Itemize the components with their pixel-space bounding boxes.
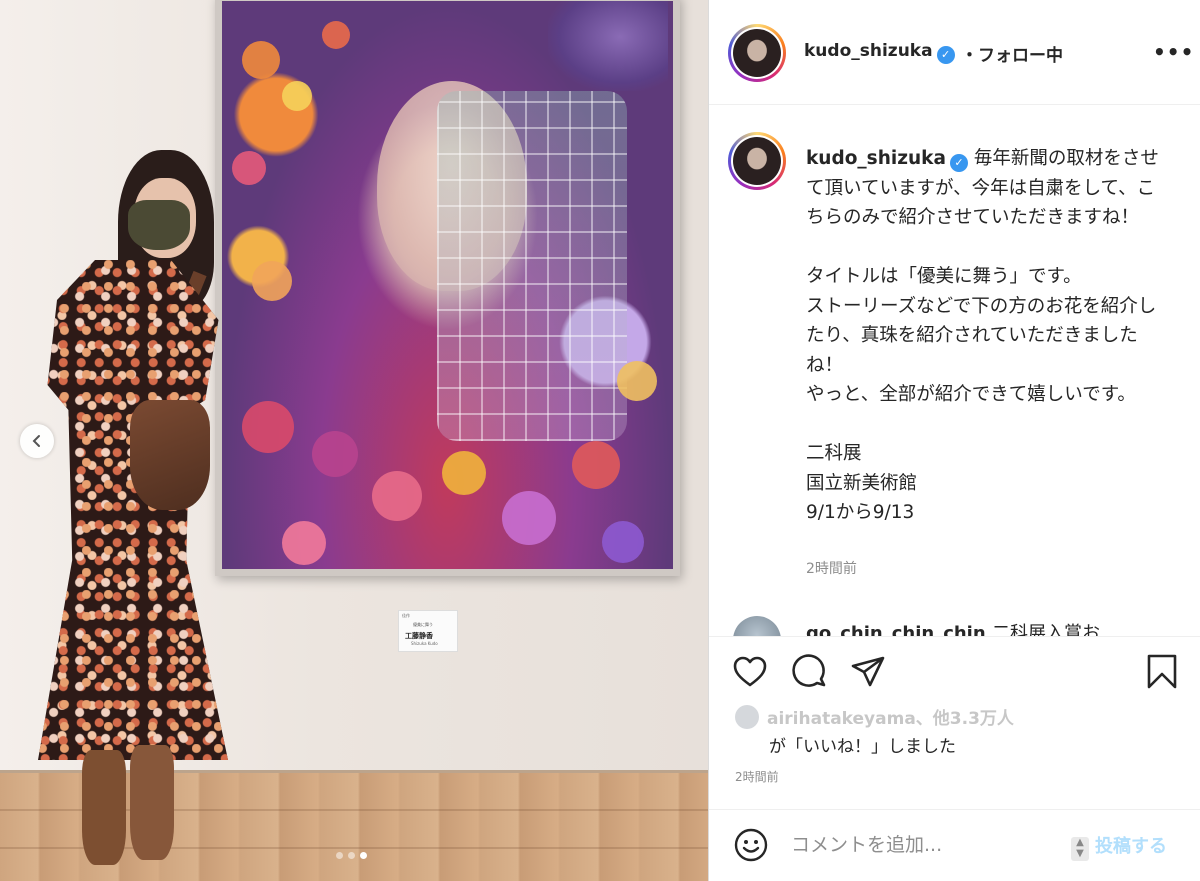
- painting-butterfly: [548, 1, 668, 91]
- painting-flower: [617, 361, 657, 401]
- painting-flower: [322, 21, 350, 49]
- painting-flower: [282, 81, 312, 111]
- carousel-dot: [336, 852, 343, 859]
- caption-text: kudo_shizuka ✓ 毎年新聞の取材をさせて頂いていますが、今年は自粛をし…: [806, 144, 1166, 528]
- commenter-username[interactable]: go_chin_chin_chin: [806, 623, 986, 636]
- painting-flower: [312, 431, 358, 477]
- post-comment-label: 投稿する: [1095, 836, 1167, 857]
- likes-suffix: が「いいね！」しました: [769, 737, 956, 757]
- painting-hex-overlay: [437, 91, 627, 441]
- carousel-dot: [348, 852, 355, 859]
- caption-body: 毎年新聞の取材をさせて頂いていますが、今年は自粛をして、こちらのみで紹介させてい…: [806, 148, 1159, 523]
- commenter-avatar[interactable]: [733, 616, 781, 636]
- comment-body: 二科展入賞お: [991, 623, 1100, 636]
- placard-artist: 工藤静香: [405, 632, 433, 640]
- carousel-indicator: [336, 852, 367, 859]
- placard-artist-romaji: Shizuka Kudo: [411, 641, 438, 646]
- bookmark-icon: [1147, 654, 1177, 689]
- comment-button[interactable]: [791, 653, 829, 691]
- boot-right: [130, 745, 174, 860]
- comment-icon: [792, 654, 826, 687]
- emoji-button[interactable]: [734, 828, 768, 862]
- painting-flower: [242, 41, 280, 79]
- painting-flower: [372, 471, 422, 521]
- share-button[interactable]: [849, 653, 887, 691]
- leather-bag: [130, 400, 210, 510]
- painting-flower: [282, 521, 326, 565]
- comment-text: go_chin_chin_chin 二科展入賞お: [806, 619, 1100, 636]
- caption-avatar[interactable]: [728, 132, 786, 190]
- artwork-placard: 佳作 優美に舞う 工藤静香 Shizuka Kudo: [398, 610, 458, 652]
- like-button[interactable]: [731, 653, 769, 691]
- post-side-panel: kudo_shizuka ✓ ・フォロー中 ••• kudo_shizuka ✓ 毎…: [708, 0, 1200, 881]
- painting: [222, 1, 673, 569]
- painting-flower: [242, 401, 294, 453]
- more-horizontal-icon: •••: [1153, 40, 1195, 64]
- likers-text[interactable]: airihatakeyama、他3.3万人: [767, 709, 1014, 729]
- placard-award: 佳作: [402, 613, 410, 618]
- emoji-icon: [734, 828, 768, 862]
- post-header: kudo_shizuka ✓ ・フォロー中 •••: [709, 0, 1200, 105]
- post-timestamp[interactable]: 2時間前: [735, 768, 779, 785]
- carousel-dot-active: [360, 852, 367, 859]
- painting-flower: [502, 491, 556, 545]
- caption-timestamp[interactable]: 2時間前: [806, 558, 857, 578]
- floral-dress: [38, 260, 228, 760]
- comment-input[interactable]: [791, 830, 1061, 860]
- heart-icon: [733, 656, 767, 687]
- post-photo[interactable]: 佳作 優美に舞う 工藤静香 Shizuka Kudo: [0, 0, 708, 881]
- author-username[interactable]: kudo_shizuka ✓: [804, 41, 955, 64]
- verified-badge-icon: ✓: [949, 154, 968, 172]
- chevron-left-icon: [32, 435, 40, 447]
- painting-frame: [215, 0, 680, 576]
- post-comment-button[interactable]: ▲ ▼ 投稿する: [1071, 832, 1167, 861]
- painting-flower: [442, 451, 486, 495]
- post-actions: airihatakeyama、他3.3万人 が「いいね！」しました 2時間前 ▲…: [709, 636, 1200, 881]
- painting-flower: [252, 261, 292, 301]
- boot-left: [82, 750, 126, 865]
- painting-flower: [602, 521, 644, 563]
- comment-item: go_chin_chin_chin 二科展入賞お: [733, 612, 1193, 636]
- save-button[interactable]: [1143, 653, 1181, 691]
- caption-username[interactable]: kudo_shizuka: [806, 148, 946, 169]
- carousel-prev-button[interactable]: [20, 424, 54, 458]
- stepper-icon: ▲ ▼: [1071, 837, 1089, 861]
- likes-summary[interactable]: airihatakeyama、他3.3万人 が「いいね！」しました: [735, 705, 1014, 761]
- liker-avatar: [735, 705, 759, 729]
- share-icon: [851, 656, 885, 687]
- face-mask: [128, 200, 190, 250]
- comment-composer: ▲▼ 投稿する: [709, 809, 1200, 881]
- woman-figure: [30, 150, 240, 870]
- author-avatar[interactable]: [728, 24, 786, 82]
- verified-badge-icon: ✓: [936, 46, 955, 64]
- author-username-text: kudo_shizuka: [804, 41, 933, 61]
- painting-flower: [572, 441, 620, 489]
- follow-status[interactable]: ・フォロー中: [961, 41, 1063, 66]
- caption-section: kudo_shizuka ✓ 毎年新聞の取材をさせて頂いていますが、今年は自粛をし…: [709, 106, 1200, 636]
- placard-title: 優美に舞う: [413, 622, 433, 627]
- more-options-button[interactable]: •••: [1153, 40, 1194, 64]
